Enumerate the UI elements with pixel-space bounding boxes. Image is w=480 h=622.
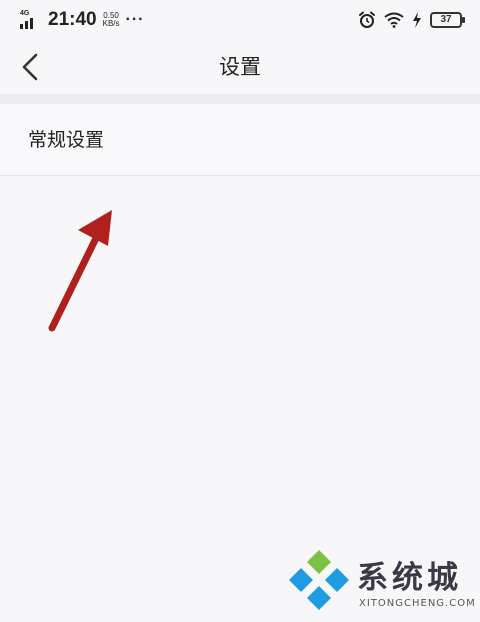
battery-level: 37 (440, 14, 452, 25)
status-right-group: 37 (358, 11, 465, 29)
charging-icon (413, 12, 421, 28)
alarm-icon (359, 11, 375, 28)
status-bar: 4G 21:40 0.50 KB/s ··· 37 (0, 0, 480, 40)
general-settings-item[interactable]: 常规设置 (0, 104, 480, 176)
wifi-icon (384, 12, 404, 28)
site-logo-icon (289, 550, 349, 610)
settings-screen: 4G 21:40 0.50 KB/s ··· 37 设置 常规设置 系统城 XI… (0, 0, 480, 622)
general-settings-label: 常规设置 (28, 129, 105, 151)
status-time: 21:40 (48, 9, 97, 30)
chevron-left-icon (22, 53, 38, 81)
battery-icon: 37 (430, 12, 465, 28)
watermark-title: 系统城 (357, 560, 462, 596)
network-speed-unit: KB/s (102, 19, 120, 28)
watermark: 系统城 XITONGCHENG.COM (287, 548, 477, 616)
network-type-label: 4G (20, 10, 30, 17)
more-notifications-icon: ··· (125, 11, 145, 28)
top-app-bar: 设置 (0, 40, 480, 94)
signal-icon: 4G (20, 10, 42, 30)
page-title: 设置 (219, 55, 261, 79)
section-divider (0, 94, 480, 104)
back-button[interactable] (12, 48, 48, 86)
watermark-subtitle: XITONGCHENG.COM (359, 598, 476, 609)
network-speed: 0.50 KB/s (103, 12, 120, 28)
